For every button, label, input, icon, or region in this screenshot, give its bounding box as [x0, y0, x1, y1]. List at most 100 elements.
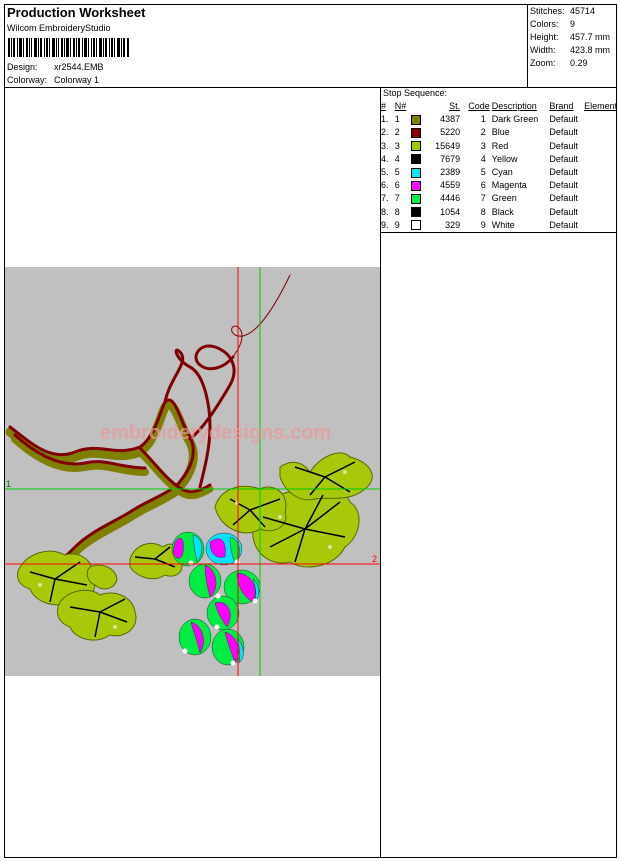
sequence-row: 1. 1 4387 1 Dark Green Default: [381, 113, 620, 126]
design-value: xr2544.EMB: [54, 62, 104, 72]
cell-num: 1.: [381, 114, 389, 125]
cell-brand: Default: [549, 167, 578, 178]
axis-label-2: 2: [372, 554, 378, 564]
stop-number: 1: [394, 114, 400, 125]
header-divider: [4, 87, 617, 88]
stitches-label: Stitches:: [530, 6, 565, 16]
cell-brand: Default: [549, 206, 578, 217]
sequence-row: 7. 7 4446 7 Green Default: [381, 192, 620, 205]
cell-element: [584, 192, 620, 205]
colorway-row: Colorway: Colorway 1: [7, 75, 99, 85]
cell-num: 6.: [381, 180, 389, 191]
cell-num: 9.: [381, 219, 389, 230]
cell-st: 4387: [440, 114, 461, 125]
color-swatch: [410, 207, 421, 218]
colors-value: 9: [570, 19, 576, 29]
cell-element: [584, 206, 620, 219]
software-name: Wilcom EmbroideryStudio: [7, 23, 111, 33]
col-header-code: Code: [468, 101, 490, 112]
color-swatch: [410, 128, 421, 139]
stat-width: Width: 423.8 mm: [530, 45, 610, 55]
stop-number-cell: 7: [395, 192, 423, 205]
colorway-label: Colorway:: [7, 75, 48, 85]
cell-st: 329: [445, 219, 461, 230]
col-header-num: #: [381, 101, 387, 112]
sequence-row: 2. 2 5220 2 Blue Default: [381, 126, 620, 139]
cell-code: 4: [480, 153, 486, 164]
stop-number: 7: [394, 193, 400, 204]
cell-code: 3: [480, 140, 486, 151]
color-swatch: [410, 194, 421, 205]
cell-code: 2: [480, 127, 486, 138]
stop-number-cell: 3: [395, 140, 423, 153]
cell-desc: Magenta: [491, 180, 527, 191]
cell-brand: Default: [549, 127, 578, 138]
cell-code: 7: [480, 193, 486, 204]
cell-element: [584, 153, 620, 166]
cell-code: 5: [480, 167, 486, 178]
sequence-row: 6. 6 4559 6 Magenta Default: [381, 179, 620, 192]
page-title: Production Worksheet: [7, 5, 146, 20]
cell-desc: Cyan: [491, 167, 513, 178]
cell-desc: Yellow: [491, 153, 518, 164]
stop-number-cell: 4: [395, 153, 423, 166]
stop-sequence-table: # N# St. Code Description Brand Element …: [381, 100, 620, 232]
cell-code: 1: [480, 114, 486, 125]
design-row: Design: xr2544.EMB: [7, 62, 104, 72]
cell-desc: Red: [491, 140, 509, 151]
watermark: embroiderydesigns.com: [100, 422, 332, 444]
cell-brand: Default: [549, 219, 578, 230]
cell-st: 4559: [440, 180, 461, 191]
col-header-element: Element: [584, 101, 618, 112]
cell-num: 4.: [381, 153, 389, 164]
color-swatch: [410, 141, 421, 152]
height-value: 457.7 mm: [570, 32, 611, 42]
design-label: Design:: [7, 62, 38, 72]
col-header-st: St.: [449, 101, 461, 112]
cell-desc: Dark Green: [491, 114, 539, 125]
cell-st: 2389: [440, 167, 461, 178]
barcode: [8, 38, 129, 57]
sequence-bottom-divider: [380, 232, 617, 233]
sequence-row: 4. 4 7679 4 Yellow Default: [381, 153, 620, 166]
stop-number: 3: [394, 140, 400, 151]
cell-st: 15649: [435, 140, 461, 151]
stitches-value: 45714: [570, 6, 596, 16]
stop-number: 9: [394, 219, 400, 230]
cell-desc: Black: [491, 206, 514, 217]
sequence-row: 3. 3 15649 3 Red Default: [381, 140, 620, 153]
cell-code: 9: [480, 219, 486, 230]
embroidery-artwork: [5, 267, 380, 676]
col-header-brand: Brand: [549, 101, 574, 112]
stop-number: 2: [394, 127, 400, 138]
stat-colors: Colors: 9: [530, 19, 575, 29]
cell-code: 6: [480, 180, 486, 191]
cell-desc: Green: [491, 193, 517, 204]
cell-element: [584, 166, 620, 179]
cell-st: 4446: [440, 193, 461, 204]
sequence-row: 5. 5 2389 5 Cyan Default: [381, 166, 620, 179]
zoom-value: 0.29: [570, 58, 588, 68]
stats-divider: [527, 4, 528, 87]
color-swatch: [410, 180, 421, 191]
cell-num: 7.: [381, 193, 389, 204]
stop-number-cell: 2: [395, 126, 423, 139]
cell-num: 8.: [381, 206, 389, 217]
stop-number-cell: 5: [395, 166, 423, 179]
cell-desc: Blue: [491, 127, 510, 138]
cell-brand: Default: [549, 193, 578, 204]
color-swatch: [410, 114, 421, 125]
color-swatch: [410, 154, 421, 165]
cell-st: 5220: [440, 127, 461, 138]
cell-num: 3.: [381, 140, 389, 151]
cell-num: 2.: [381, 127, 389, 138]
stop-number: 8: [394, 206, 400, 217]
sequence-row: 9. 9 329 9 White Default: [381, 219, 620, 232]
stop-number-cell: 9: [395, 219, 423, 232]
stop-number: 5: [394, 167, 400, 178]
cell-st: 1054: [440, 206, 461, 217]
col-header-description: Description: [491, 101, 537, 112]
cell-brand: Default: [549, 180, 578, 191]
stop-number: 6: [394, 180, 400, 191]
stop-number: 4: [394, 153, 400, 164]
